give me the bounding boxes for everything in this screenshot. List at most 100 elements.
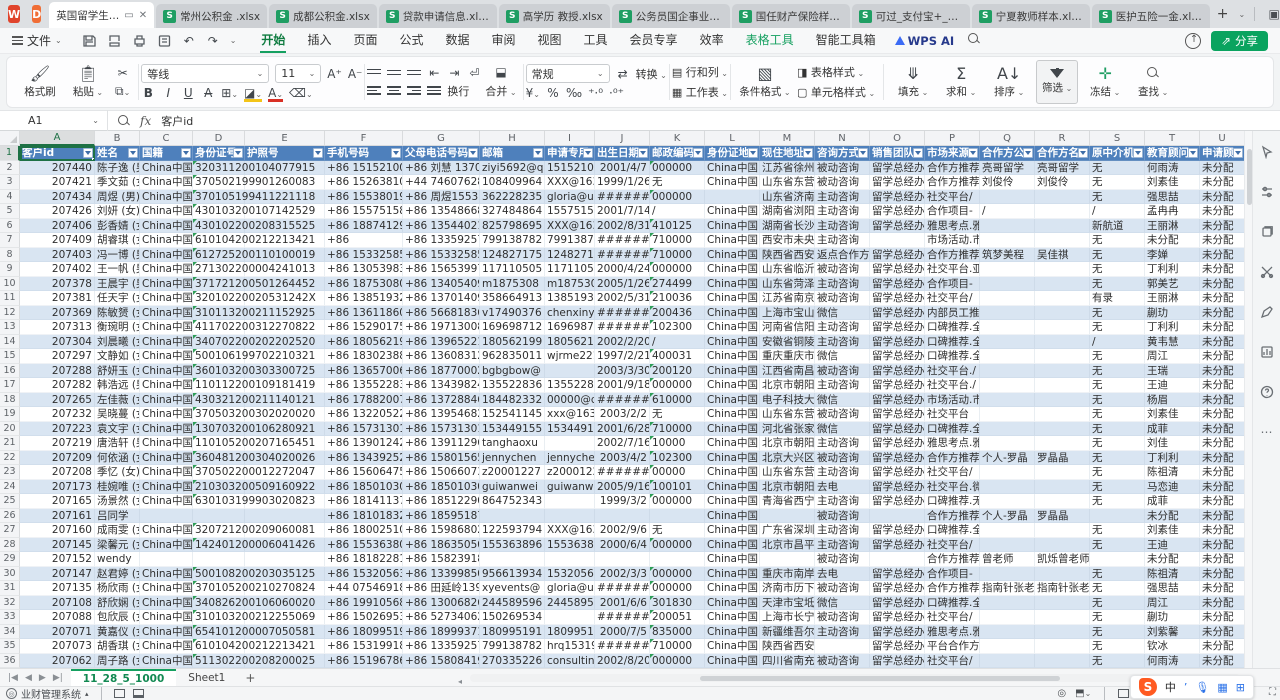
cell-P16[interactable]: 社交平台./ <box>925 364 980 379</box>
display-mode-icon[interactable]: ⬒⌄ <box>1075 688 1091 699</box>
cell-U26[interactable]: 未分配 <box>1200 509 1245 524</box>
tab-list-dropdown-icon[interactable]: ⌄ <box>1234 10 1251 19</box>
cell-B4[interactable]: 周煜 (男) <box>95 190 140 205</box>
cell-M35[interactable]: 陕西省西安 <box>760 639 815 654</box>
cell-A6[interactable]: 207406 <box>20 219 95 234</box>
cell-H17[interactable]: 135522836 <box>480 378 545 393</box>
cell-F29[interactable]: +86 18182281 <box>325 552 403 567</box>
cell-H7[interactable]: 799138782 <box>480 233 545 248</box>
cell-T14[interactable]: 黄韦慧 <box>1145 335 1200 350</box>
cell-L16[interactable]: China中国 <box>705 364 760 379</box>
cell-I20[interactable]: 153449155 <box>545 422 595 437</box>
cell-F30[interactable]: +86 15320563 <box>325 567 403 582</box>
header-cell-B1[interactable]: 姓名 <box>95 146 140 161</box>
cell-D35[interactable]: 610104200212213421 <box>193 639 245 654</box>
row-header-20[interactable]: 20 <box>0 422 20 437</box>
cell-J14[interactable]: 2002/2/20 <box>595 335 650 350</box>
cell-T21[interactable]: 刘佳 <box>1145 436 1200 451</box>
cell-R6[interactable] <box>1035 219 1090 234</box>
cell-T30[interactable]: 陈祖清 <box>1145 567 1200 582</box>
new-document-tab-button[interactable]: + <box>1212 6 1234 22</box>
cell-O9[interactable]: 留学总经办 <box>870 262 925 277</box>
cell-N32[interactable]: 微信 <box>815 596 870 611</box>
header-cell-E1[interactable]: 护照号 <box>245 146 325 161</box>
header-cell-L1[interactable]: 身份证地 <box>705 146 760 161</box>
row-header-25[interactable]: 25 <box>0 494 20 509</box>
filter-dropdown-icon[interactable] <box>181 148 191 158</box>
cell-S29[interactable] <box>1090 552 1145 567</box>
paste-button[interactable]: 📋︎ 粘贴 ⌄ <box>67 65 109 99</box>
cell-N36[interactable]: 被动咨询 <box>815 654 870 669</box>
cell-D32[interactable]: 340826200106060020 <box>193 596 245 611</box>
cell-A7[interactable]: 207409 <box>20 233 95 248</box>
cell-P23[interactable]: 社交平台/ <box>925 465 980 480</box>
cell-R17[interactable] <box>1035 378 1090 393</box>
preview-icon[interactable] <box>157 34 172 48</box>
cell-Q18[interactable] <box>980 393 1035 408</box>
cell-K21[interactable]: 10000 <box>650 436 705 451</box>
cell-A18[interactable]: 207265 <box>20 393 95 408</box>
header-cell-Q1[interactable]: 合作方公 <box>980 146 1035 161</box>
convert-button[interactable]: 转换 ⌄ <box>636 66 667 82</box>
cell-L25[interactable]: China中国 <box>705 494 760 509</box>
toolbox-icon[interactable]: ⊞ <box>1236 681 1245 694</box>
cell-U2[interactable]: 未分配 <box>1200 161 1245 176</box>
cell-M14[interactable]: 安徽省铜陵 <box>760 335 815 350</box>
wrap-icon[interactable]: ⏎ <box>467 66 481 80</box>
bold-button[interactable]: B <box>141 86 155 100</box>
cell-J8[interactable]: ######## <box>595 248 650 263</box>
cell-D26[interactable] <box>193 509 245 524</box>
cell-T35[interactable]: 钦冰 <box>1145 639 1200 654</box>
cell-J3[interactable]: 1999/1/26 <box>595 175 650 190</box>
cell-A25[interactable]: 207165 <box>20 494 95 509</box>
cell-D28[interactable]: 142401200006041426 <box>193 538 245 553</box>
cell-B32[interactable]: 舒欣娴 (女 <box>95 596 140 611</box>
cell-H25[interactable]: 864752343 <box>480 494 545 509</box>
cell-G32[interactable]: +86 1300682663 <box>403 596 480 611</box>
cell-F28[interactable]: +86 15536380 <box>325 538 403 553</box>
cell-J34[interactable]: 2000/7/5 <box>595 625 650 640</box>
column-header-B[interactable]: B <box>95 131 140 146</box>
cell-F12[interactable]: +86 13611860 <box>325 306 403 321</box>
cell-R36[interactable] <box>1035 654 1090 669</box>
cell-I33[interactable] <box>545 610 595 625</box>
cell-S28[interactable]: 无 <box>1090 538 1145 553</box>
cell-C24[interactable]: China中国 <box>140 480 193 495</box>
cell-R2[interactable]: 亮哥留学 <box>1035 161 1090 176</box>
row-header-23[interactable]: 23 <box>0 465 20 480</box>
cell-Q25[interactable] <box>980 494 1035 509</box>
cell-S35[interactable]: 无 <box>1090 639 1145 654</box>
cell-D17[interactable]: 110112200109181419 <box>193 378 245 393</box>
cell-Q15[interactable] <box>980 349 1035 364</box>
record-macro-icon[interactable]: ◎ <box>1057 688 1066 699</box>
cell-L8[interactable]: China中国 <box>705 248 760 263</box>
sync-icon[interactable]: ▭ <box>124 10 133 21</box>
menu-tab-视图[interactable]: 视图 <box>527 28 573 54</box>
cell-A22[interactable]: 207209 <box>20 451 95 466</box>
row-header-36[interactable]: 36 <box>0 654 20 669</box>
cell-R29[interactable]: 凯烁曾老师 <box>1035 552 1090 567</box>
cell-M26[interactable] <box>760 509 815 524</box>
cell-F8[interactable]: +86 15332585 <box>325 248 403 263</box>
cell-S12[interactable]: 无 <box>1090 306 1145 321</box>
cell-O18[interactable]: 留学总经办 <box>870 393 925 408</box>
cell-A31[interactable]: 207135 <box>20 581 95 596</box>
cell-D21[interactable]: 110105200207165451 <box>193 436 245 451</box>
cell-U19[interactable]: 未分配 <box>1200 407 1245 422</box>
cell-H13[interactable]: 169698712 <box>480 320 545 335</box>
cell-C22[interactable]: China中国 <box>140 451 193 466</box>
cell-J17[interactable]: 2001/9/18 <box>595 378 650 393</box>
cell-R14[interactable] <box>1035 335 1090 350</box>
menu-tab-公式[interactable]: 公式 <box>388 28 434 54</box>
cell-I36[interactable]: consulting <box>545 654 595 669</box>
cell-H34[interactable]: 180995191 <box>480 625 545 640</box>
cell-K8[interactable]: 710000 <box>650 248 705 263</box>
column-header-C[interactable]: C <box>140 131 193 146</box>
cell-L32[interactable]: China中国 <box>705 596 760 611</box>
menu-tab-表格工具[interactable]: 表格工具 <box>735 28 805 54</box>
cell-C8[interactable]: China中国 <box>140 248 193 263</box>
cell-O34[interactable]: 留学总经办 <box>870 625 925 640</box>
justify-icon[interactable] <box>427 84 441 97</box>
cell-A32[interactable]: 207108 <box>20 596 95 611</box>
cell-O8[interactable]: 留学总经办 <box>870 248 925 263</box>
